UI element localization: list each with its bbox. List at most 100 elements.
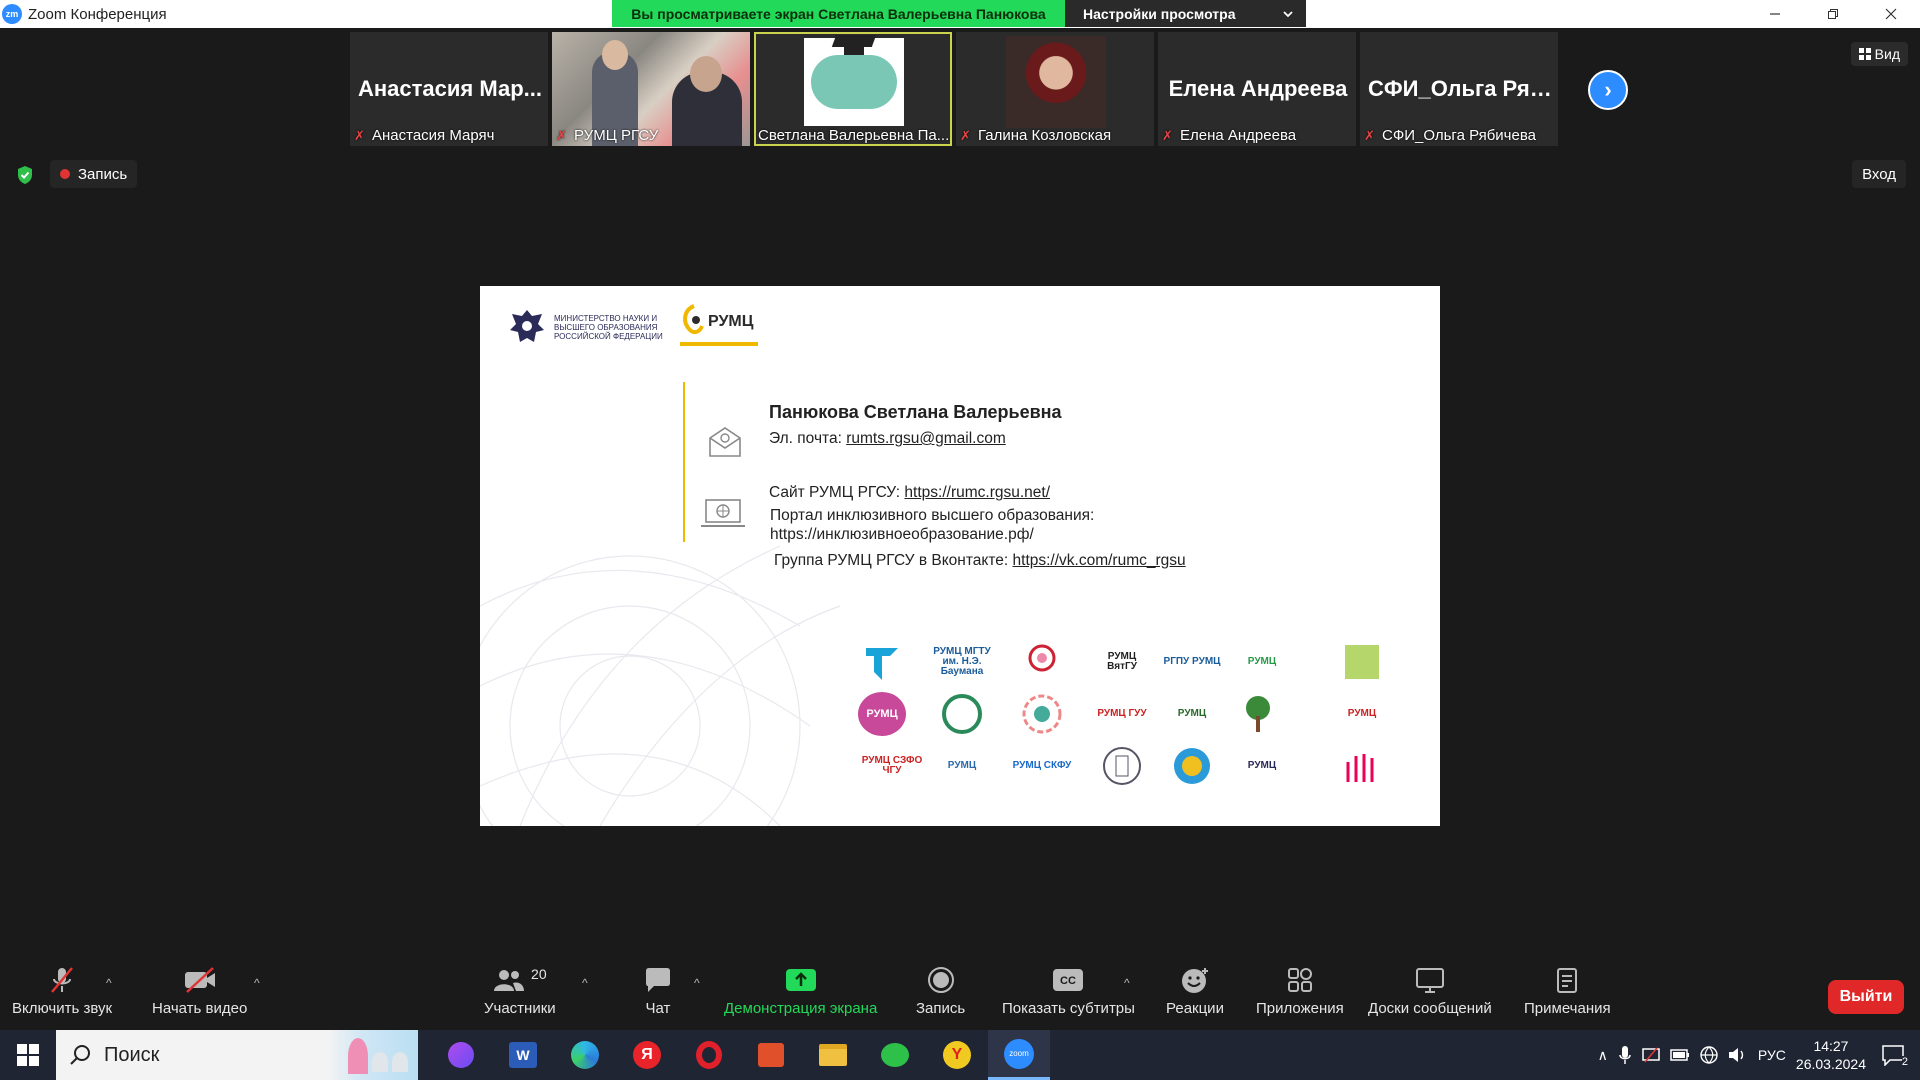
minimize-button[interactable] xyxy=(1746,0,1804,28)
participant-tile[interactable]: ✗ РУМЦ РГСУ xyxy=(552,32,750,146)
captions-label: Показать субтитры xyxy=(1002,1000,1135,1017)
zoom-taskbar-app[interactable]: zoom xyxy=(988,1030,1050,1080)
participant-tile[interactable]: Анастасия Мар... ✗ Анастасия Маряч xyxy=(350,32,548,146)
opera-app[interactable] xyxy=(678,1030,740,1080)
participant-big-name: Анастасия Мар... xyxy=(358,76,542,101)
zoom-app-icon: zm xyxy=(2,4,22,24)
camera-off-icon xyxy=(184,967,215,993)
restore-button[interactable] xyxy=(1804,0,1862,28)
search-icon xyxy=(70,1045,90,1065)
microphone-icon[interactable] xyxy=(1618,1045,1632,1065)
site-link[interactable]: https://rumc.rgsu.net/ xyxy=(904,484,1050,501)
tray-overflow-icon[interactable]: ∧ xyxy=(1598,1047,1608,1064)
share-screen-button[interactable]: Демонстрация экрана xyxy=(724,966,877,1017)
chat-options-caret[interactable]: ^ xyxy=(694,976,700,990)
recording-indicator[interactable]: Запись xyxy=(50,160,138,188)
captions-button[interactable]: CC Показать субтитры xyxy=(1002,966,1135,1017)
participant-label: ✗ Анастасия Маряч xyxy=(354,127,544,144)
partner-logo: РУМЦ xyxy=(1247,760,1277,771)
record-icon xyxy=(927,967,954,993)
taskbar-search[interactable]: Поиск xyxy=(56,1030,418,1080)
participant-avatar xyxy=(804,35,904,126)
partner-logos: РУМЦ МГТУ им. Н.Э. Баумана РУМЦ ВятГУ РГ… xyxy=(852,638,1412,798)
vk-link[interactable]: https://vk.com/rumc_rgsu xyxy=(1013,552,1186,569)
file-explorer-app[interactable] xyxy=(802,1030,864,1080)
leave-button[interactable]: Выйти xyxy=(1828,980,1904,1014)
yandex-browser-app[interactable]: Я xyxy=(616,1030,678,1080)
participant-tile-active[interactable]: Светлана Валерьевна Па... xyxy=(754,32,952,146)
apps-label: Приложения xyxy=(1256,1000,1344,1017)
yandex-y-icon: Y xyxy=(943,1041,971,1069)
start-button[interactable] xyxy=(0,1030,56,1080)
participants-options-caret[interactable]: ^ xyxy=(582,976,588,990)
reactions-label: Реакции xyxy=(1166,1000,1224,1017)
partner-logo: РУМЦ ГУУ xyxy=(1097,708,1147,719)
chevron-down-icon xyxy=(1283,10,1293,17)
enter-button[interactable]: Вход xyxy=(1852,160,1906,188)
notifications-button[interactable]: 2 xyxy=(1876,1038,1910,1072)
accent-divider xyxy=(683,382,685,542)
vk-line: Группа РУМЦ РГСУ в Вконтакте: https://vk… xyxy=(774,552,1186,570)
participant-label: ✗ Елена Андреева xyxy=(1162,127,1352,144)
bird-decoration xyxy=(372,1052,388,1072)
participant-strip: Анастасия Мар... ✗ Анастасия Маряч ✗ РУМЦ … xyxy=(350,32,1558,146)
recording-label: Запись xyxy=(78,165,128,183)
wechat-app[interactable] xyxy=(864,1030,926,1080)
partner-logo xyxy=(1012,638,1072,686)
clock[interactable]: 14:27 26.03.2024 xyxy=(1796,1037,1866,1073)
presentation-app[interactable] xyxy=(740,1030,802,1080)
battery-icon[interactable] xyxy=(1670,1048,1690,1062)
partner-logo: РУМЦ xyxy=(1177,708,1207,719)
edge-app[interactable] xyxy=(554,1030,616,1080)
clock-date: 26.03.2024 xyxy=(1795,1056,1866,1072)
people-logo-icon xyxy=(1346,754,1374,782)
view-button[interactable]: Вид xyxy=(1850,42,1908,66)
minimize-icon xyxy=(1770,13,1780,15)
record-label: Запись xyxy=(916,1000,966,1017)
participants-count: 20 xyxy=(531,966,547,982)
video-options-caret[interactable]: ^ xyxy=(254,976,260,990)
tree-logo-icon xyxy=(1246,696,1270,732)
next-page-button[interactable]: › xyxy=(1588,70,1628,110)
email-link[interactable]: rumts.rgsu@gmail.com xyxy=(846,430,1006,447)
close-button[interactable] xyxy=(1862,0,1920,28)
start-video-button[interactable]: Начать видео xyxy=(152,966,247,1017)
share-banner: Вы просматриваете экран Светлана Валерье… xyxy=(612,0,1306,27)
rumc-swirl-icon xyxy=(683,304,704,335)
email-label: Эл. почта: xyxy=(769,430,847,447)
participants-button[interactable]: 20 Участники xyxy=(484,966,556,1017)
whiteboards-label: Доски сообщений xyxy=(1368,1000,1492,1017)
participant-tile[interactable]: ✗ Галина Козловская xyxy=(956,32,1154,146)
participant-tile[interactable]: СФИ_Ольга Ряб... ✗ СФИ_Ольга Рябичева xyxy=(1360,32,1558,146)
yandex-icon: Я xyxy=(633,1041,661,1069)
apps-button[interactable]: Приложения xyxy=(1256,966,1344,1017)
partner-logo: РУМЦ ВятГУ xyxy=(1107,651,1137,672)
participant-tile[interactable]: Елена Андреева ✗ Елена Андреева xyxy=(1158,32,1356,146)
word-icon: W xyxy=(509,1042,537,1068)
notes-button[interactable]: Примечания xyxy=(1524,966,1611,1017)
chat-button[interactable]: Чат xyxy=(644,966,672,1017)
word-app[interactable]: W xyxy=(492,1030,554,1080)
input-language[interactable]: РУС xyxy=(1758,1047,1786,1063)
view-settings-button[interactable]: Настройки просмотра xyxy=(1065,0,1306,27)
reactions-button[interactable]: Реакции xyxy=(1166,966,1224,1017)
whiteboards-button[interactable]: Доски сообщений xyxy=(1368,966,1492,1017)
slides-icon xyxy=(758,1043,784,1067)
yandex-app[interactable]: Y xyxy=(926,1030,988,1080)
unmute-button[interactable]: Включить звук xyxy=(12,966,112,1017)
edge-icon xyxy=(571,1041,599,1069)
remote-desktop-icon[interactable] xyxy=(1642,1046,1660,1064)
partner-logo xyxy=(852,638,912,686)
start-video-label: Начать видео xyxy=(152,1000,248,1017)
mic-muted-icon: ✗ xyxy=(1162,127,1173,143)
captions-options-caret[interactable]: ^ xyxy=(1124,976,1130,990)
globe-network-icon[interactable] xyxy=(1700,1046,1718,1064)
grid-view-icon xyxy=(1858,48,1871,60)
emblem-logo-icon xyxy=(942,694,982,734)
security-shield-icon[interactable] xyxy=(14,164,36,186)
windows-taskbar: Поиск W Я Y zoom ∧ РУС 14:27 26.03.2024 xyxy=(0,1030,1920,1080)
volume-icon[interactable] xyxy=(1728,1047,1748,1063)
audio-options-caret[interactable]: ^ xyxy=(106,976,112,990)
record-button[interactable]: Запись xyxy=(916,966,965,1017)
alice-app[interactable] xyxy=(430,1030,492,1080)
